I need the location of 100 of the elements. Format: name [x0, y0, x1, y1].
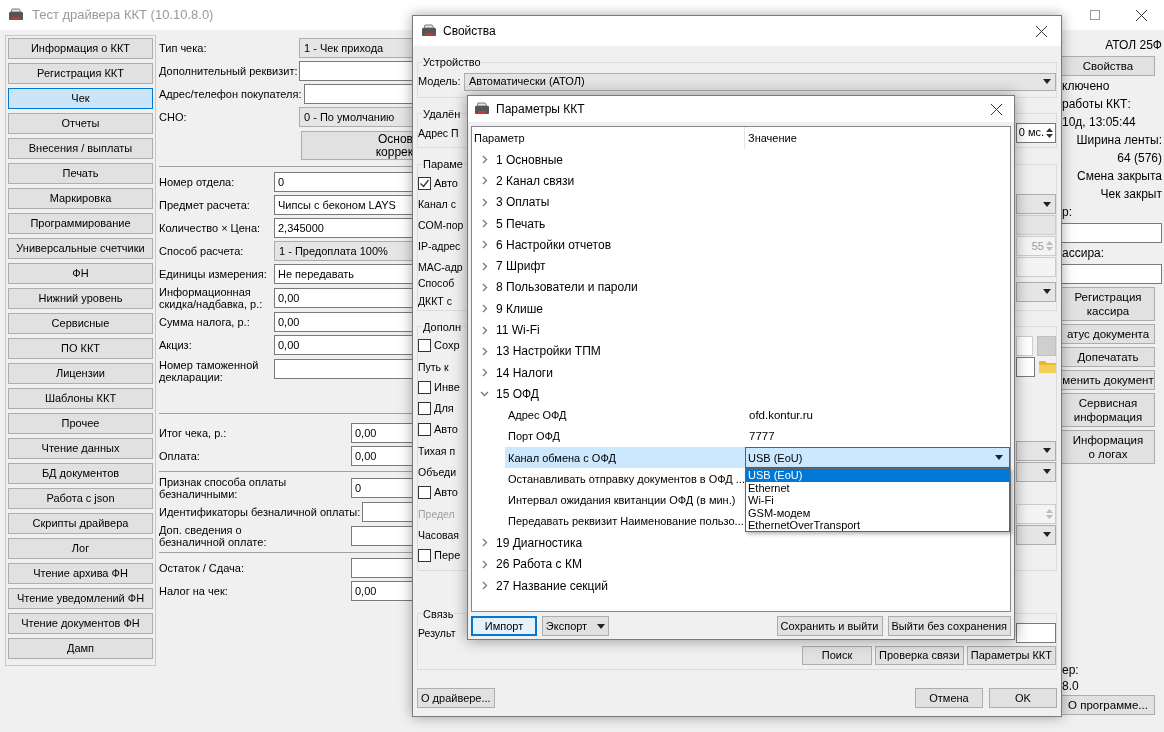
dropdown[interactable]: [1016, 461, 1056, 482]
input-field[interactable]: [1016, 622, 1056, 643]
panel-button[interactable]: Регистрация кассира: [1062, 287, 1155, 321]
input-field[interactable]: 0,00: [274, 312, 413, 332]
spin-field[interactable]: 0 мс.: [1016, 122, 1056, 143]
tree-item[interactable]: 19 Диагностика: [495, 534, 584, 552]
input-field[interactable]: [362, 502, 413, 522]
input-field[interactable]: [1062, 223, 1162, 243]
dialog-button[interactable]: Экспорт: [542, 616, 609, 636]
dialog-button[interactable]: OK: [989, 688, 1057, 708]
nav-button[interactable]: Печать: [8, 163, 153, 184]
tree-item[interactable]: 13 Настройки ТПМ: [495, 342, 602, 361]
tree-item[interactable]: 7 Шрифт: [495, 257, 547, 276]
nav-button[interactable]: Чтение уведомлений ФН: [8, 588, 153, 609]
tree-item[interactable]: 6 Настройки отчетов: [495, 235, 613, 254]
input-field[interactable]: 0,00: [274, 288, 413, 308]
nav-button[interactable]: Чтение архива ФН: [8, 563, 153, 584]
dialog-button[interactable]: Параметры ККТ: [966, 646, 1056, 665]
dialog-button[interactable]: Выйти без сохранения: [887, 616, 1011, 636]
chevron-right-icon[interactable]: [480, 155, 489, 165]
nav-button[interactable]: Чтение документов ФН: [8, 613, 153, 634]
value-dropdown[interactable]: USB (EoU): [745, 447, 1010, 469]
nav-button[interactable]: Нижний уровень: [8, 288, 153, 309]
nav-button[interactable]: Универсальные счетчики: [8, 238, 153, 259]
dropdown[interactable]: [1016, 281, 1056, 302]
dropdown-option[interactable]: USB (EoU): [746, 469, 1009, 482]
panel-button[interactable]: атус документа: [1062, 324, 1155, 344]
checkbox[interactable]: [418, 176, 431, 190]
chevron-down-icon[interactable]: [480, 389, 489, 399]
nav-button[interactable]: Отчеты: [8, 113, 153, 134]
chevron-right-icon[interactable]: [480, 304, 489, 314]
input-field[interactable]: [1016, 356, 1035, 377]
input-field[interactable]: [351, 558, 413, 578]
input-field[interactable]: 0,00: [274, 335, 413, 355]
nav-button[interactable]: Маркировка: [8, 188, 153, 209]
input-field[interactable]: Не передавать: [274, 264, 413, 284]
chevron-right-icon[interactable]: [480, 581, 489, 591]
panel-button[interactable]: Сервисная информация: [1062, 393, 1155, 427]
tree-item[interactable]: 1 Основные: [495, 150, 564, 169]
dialog-button[interactable]: Отмена: [915, 688, 983, 708]
input-field[interactable]: [303, 84, 413, 104]
input-field[interactable]: Чипсы с беконом LAYS: [274, 195, 413, 215]
dropdown[interactable]: [1016, 194, 1056, 214]
nav-button[interactable]: ПО ККТ: [8, 338, 153, 359]
tree-item[interactable]: 5 Печать: [495, 214, 547, 233]
panel-button[interactable]: Свойства: [1062, 56, 1155, 76]
tree-item[interactable]: 3 Оплаты: [495, 193, 551, 212]
nav-button[interactable]: Информация о ККТ: [8, 38, 153, 59]
dropdown-option[interactable]: Ethernet: [746, 481, 1009, 495]
chevron-right-icon[interactable]: [480, 538, 489, 548]
tree-item[interactable]: 8 Пользователи и пароли: [495, 278, 639, 297]
dialog-button[interactable]: Проверка связи: [875, 646, 964, 665]
nav-button[interactable]: Работа с json: [8, 488, 153, 509]
panel-button[interactable]: О программе...: [1062, 695, 1155, 715]
chevron-right-icon[interactable]: [480, 197, 489, 207]
input-field[interactable]: [1062, 264, 1162, 284]
property-name[interactable]: Интервал ожидания квитанции ОФД (в мин.): [505, 489, 745, 512]
tree-item[interactable]: 15 ОФД: [495, 384, 540, 403]
tree-item[interactable]: 2 Канал связи: [495, 171, 576, 190]
chevron-right-icon[interactable]: [480, 261, 489, 271]
checkbox[interactable]: [418, 402, 431, 415]
chevron-right-icon[interactable]: [480, 176, 489, 186]
input-field[interactable]: 0,00: [351, 446, 413, 466]
input-field[interactable]: [274, 359, 413, 379]
nav-button[interactable]: БД документов: [8, 463, 153, 484]
property-name[interactable]: Порт ОФД: [505, 425, 745, 448]
action-button[interactable]: Основ коррек: [301, 131, 413, 160]
chevron-right-icon[interactable]: [480, 559, 489, 569]
dropdown[interactable]: 1 - Чек прихода: [299, 38, 413, 58]
dropdown-option[interactable]: GSM-модем: [746, 506, 1009, 519]
checkbox[interactable]: [418, 423, 431, 436]
nav-button[interactable]: ФН: [8, 263, 153, 284]
column-header[interactable]: Значение: [745, 129, 797, 147]
input-field[interactable]: 0,00: [351, 423, 413, 443]
panel-button[interactable]: Допечатать: [1062, 347, 1155, 367]
input-field[interactable]: 2,345000: [274, 218, 413, 238]
dialog-button[interactable]: Поиск: [802, 646, 873, 665]
nav-button[interactable]: Прочее: [8, 413, 153, 434]
tree-item[interactable]: 14 Налоги: [495, 363, 554, 382]
dropdown[interactable]: [1016, 440, 1056, 461]
dropdown-option[interactable]: Wi-Fi: [746, 494, 1009, 507]
tree-item[interactable]: 27 Название секций: [495, 576, 609, 595]
dialog-button[interactable]: Импорт: [471, 616, 537, 636]
input-field[interactable]: [299, 61, 413, 81]
dropdown[interactable]: 0 - По умолчанию: [299, 107, 413, 127]
panel-button[interactable]: менить документ: [1062, 370, 1155, 390]
nav-button[interactable]: Сервисные: [8, 313, 153, 334]
nav-button[interactable]: Регистрация ККТ: [8, 63, 153, 84]
nav-button[interactable]: Лог: [8, 538, 153, 559]
chevron-right-icon[interactable]: [480, 346, 489, 356]
nav-button[interactable]: Дамп: [8, 638, 153, 659]
input-field[interactable]: 0: [274, 172, 413, 192]
dropdown-option[interactable]: EthernetOverTransport: [746, 519, 1009, 532]
chevron-right-icon[interactable]: [480, 219, 489, 229]
nav-button[interactable]: Лицензии: [8, 363, 153, 384]
checkbox[interactable]: [418, 486, 431, 499]
property-name[interactable]: Канал обмена с ОФД: [505, 447, 745, 469]
nav-button[interactable]: Шаблоны ККТ: [8, 388, 153, 409]
column-header[interactable]: Параметр: [472, 127, 745, 149]
input-field[interactable]: 0,00: [351, 581, 413, 601]
